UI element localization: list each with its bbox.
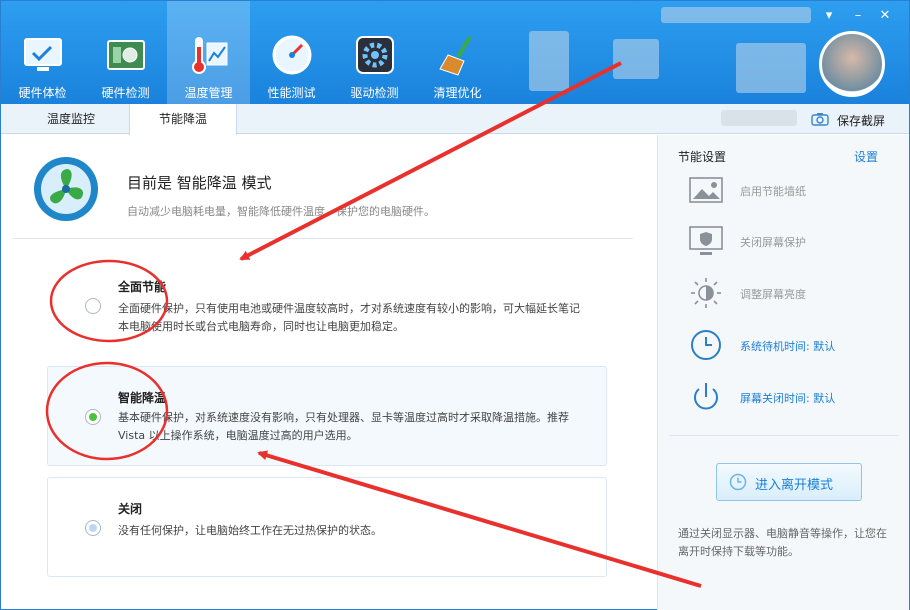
blurred-area	[736, 43, 806, 93]
divider	[13, 238, 633, 239]
nav-temperature[interactable]: 温度管理	[167, 1, 250, 104]
tab-energy-saving[interactable]: 节能降温	[129, 104, 237, 135]
speedometer-icon	[272, 35, 312, 75]
sidebar-title: 节能设置	[678, 150, 727, 164]
menu-icon[interactable]: ▾	[819, 7, 839, 25]
nav-performance[interactable]: 性能测试	[250, 1, 333, 104]
blurred-area	[613, 39, 659, 79]
sidebar-item-label: 调整屏幕亮度	[740, 288, 806, 301]
page-subtitle: 自动减少电脑耗电量，智能降低硬件温度，保护您的电脑硬件。	[127, 205, 435, 218]
save-screenshot-button[interactable]: 保存截屏	[837, 112, 885, 129]
blurred-area	[661, 7, 811, 23]
nav-label: 清理优化	[433, 86, 482, 100]
monitor-shield-icon	[689, 226, 723, 255]
divider	[670, 435, 898, 436]
nav-label: 温度管理	[184, 86, 233, 100]
camera-icon[interactable]	[811, 112, 829, 126]
gear-box-icon	[356, 36, 394, 74]
radio-selected-dot	[89, 413, 97, 421]
board-icon	[107, 40, 145, 70]
app-window: 硬件体检 硬件检测 温度管理 性能测试 驱动检测 清理优化 ▾ – ✕ 温度监控…	[0, 0, 910, 610]
page-title: 目前是 智能降温 模式	[127, 174, 272, 192]
nav-cleanup[interactable]: 清理优化	[416, 1, 499, 104]
clock-icon	[729, 473, 747, 491]
sidebar-item-screensaver[interactable]: 关闭屏幕保护	[688, 224, 898, 258]
option-desc: 没有任何保护，让电脑始终工作在无过热保护的状态。	[118, 524, 382, 537]
clock-icon	[691, 330, 721, 360]
radio-dot	[89, 524, 97, 532]
option-full-saving[interactable]: 全面节能 全面硬件保护，只有使用电池或硬件温度较高时，才对系统速度有较小的影响，…	[47, 255, 607, 347]
sidebar-item-label: 关闭屏幕保护	[740, 236, 806, 249]
power-icon	[694, 383, 718, 410]
option-title: 关闭	[118, 502, 143, 516]
nav-driver[interactable]: 驱动检测	[333, 1, 416, 104]
main-nav: 硬件体检 硬件检测 温度管理 性能测试 驱动检测 清理优化	[1, 1, 499, 104]
settings-sidebar: 节能设置 设置 启用节能墙纸 关闭屏幕保护 调整屏幕亮度 系统待机时间: 默认 …	[657, 135, 909, 610]
radio-full-saving[interactable]	[85, 298, 101, 314]
tab-bar: 温度监控 节能降温 保存截屏	[1, 104, 909, 135]
sidebar-item-standby-time[interactable]: 系统待机时间: 默认	[688, 328, 898, 362]
option-off[interactable]: 关闭 没有任何保护，让电脑始终工作在无过热保护的状态。	[47, 477, 607, 577]
sidebar-item-label: 屏幕关闭时间: 默认	[740, 392, 836, 405]
sidebar-item-brightness[interactable]: 调整屏幕亮度	[688, 276, 898, 310]
thermometer-icon	[192, 37, 228, 74]
brightness-icon	[691, 278, 721, 308]
radio-smart-cooling[interactable]	[85, 409, 101, 425]
sidebar-item-wallpaper[interactable]: 启用节能墙纸	[688, 173, 898, 207]
picture-icon	[689, 177, 723, 203]
tab-temperature-monitor[interactable]: 温度监控	[13, 104, 129, 134]
avatar[interactable]	[819, 31, 885, 97]
button-label: 进入离开模式	[755, 478, 834, 493]
main-panel: 目前是 智能降温 模式 自动减少电脑耗电量，智能降低硬件温度，保护您的电脑硬件。…	[1, 135, 656, 610]
fan-icon	[34, 157, 98, 221]
option-desc: 全面硬件保护，只有使用电池或硬件温度较高时，才对系统速度有较小的影响，可大幅延长…	[118, 302, 580, 333]
nav-label: 驱动检测	[350, 86, 399, 100]
option-title: 全面节能	[118, 280, 167, 294]
blurred-area	[529, 31, 569, 91]
option-desc: 基本硬件保护，对系统速度没有影响，只有处理器、显卡等温度过高时才采取降温措施。推…	[118, 411, 569, 442]
blurred-area	[721, 110, 797, 126]
close-icon[interactable]: ✕	[875, 7, 895, 25]
sidebar-item-label: 系统待机时间: 默认	[740, 340, 836, 353]
nav-hardware-checkup[interactable]: 硬件体检	[1, 1, 84, 104]
radio-off[interactable]	[85, 520, 101, 536]
nav-hardware-detect[interactable]: 硬件检测	[84, 1, 167, 104]
option-smart-cooling[interactable]: 智能降温 基本硬件保护，对系统速度没有影响，只有处理器、显卡等温度过高时才采取降…	[47, 366, 607, 466]
broom-icon	[439, 35, 472, 76]
option-title: 智能降温	[118, 391, 167, 405]
nav-label: 硬件检测	[101, 86, 150, 100]
sidebar-item-screen-off-time[interactable]: 屏幕关闭时间: 默认	[688, 380, 898, 414]
enter-away-mode-button[interactable]: 进入离开模式	[716, 463, 862, 501]
nav-label: 硬件体检	[18, 86, 67, 100]
nav-label: 性能测试	[267, 86, 316, 100]
settings-link[interactable]: 设置	[854, 148, 878, 165]
sidebar-item-label: 启用节能墙纸	[740, 185, 806, 198]
top-toolbar: 硬件体检 硬件检测 温度管理 性能测试 驱动检测 清理优化 ▾ – ✕	[1, 1, 909, 104]
minimize-icon[interactable]: –	[848, 7, 868, 25]
away-mode-note: 通过关闭显示器、电脑静音等操作，让您在离开时保持下载等功能。	[678, 527, 887, 558]
monitor-check-icon	[24, 38, 62, 71]
